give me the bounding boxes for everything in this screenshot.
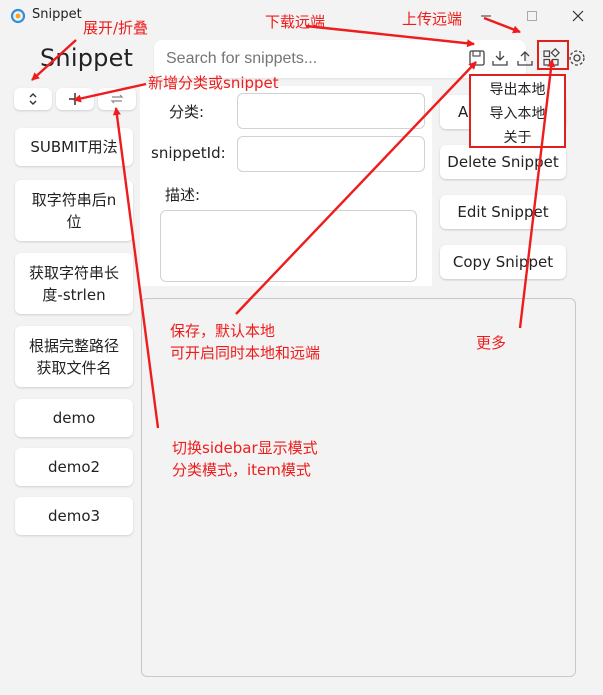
sidebar-item[interactable]: demo	[15, 399, 133, 437]
app-brand: Snippet	[40, 44, 134, 72]
switch-mode-button[interactable]	[98, 88, 136, 110]
expand-collapse-button[interactable]	[14, 88, 52, 110]
annotation-save-line1: 保存，默认本地	[170, 322, 276, 340]
close-icon	[572, 10, 584, 22]
upload-icon	[517, 51, 533, 66]
sidebar-item[interactable]: 根据完整路径获取文件名	[15, 326, 133, 387]
category-field[interactable]	[237, 93, 425, 129]
annotation-switch-line1: 切换sidebar显示模式	[172, 439, 318, 457]
plus-icon	[69, 93, 81, 105]
chevron-up-down-icon	[29, 93, 37, 105]
add-button[interactable]	[56, 88, 94, 110]
copy-snippet-button[interactable]: Copy Snippet	[440, 245, 566, 279]
settings-gear-icon	[569, 50, 585, 66]
switch-icon	[110, 94, 124, 104]
minimize-icon	[481, 15, 491, 17]
delete-snippet-label: Delete Snippet	[447, 153, 559, 171]
window-title: Snippet	[32, 7, 82, 22]
app-logo-icon	[10, 8, 26, 24]
annotation-expand-collapse: 展开/折叠	[83, 19, 149, 37]
edit-snippet-button[interactable]: Edit Snippet	[440, 195, 566, 229]
more-button-highlight	[537, 40, 569, 70]
sidebar-item[interactable]: SUBMIT用法	[15, 128, 133, 166]
annotation-more: 更多	[476, 334, 507, 352]
close-button[interactable]	[555, 0, 601, 32]
annotation-download-remote: 下载远端	[265, 13, 326, 31]
sidebar-item[interactable]: demo2	[15, 448, 133, 486]
save-icon	[469, 50, 485, 66]
annotation-save-line2: 可开启同时本地和远端	[170, 344, 321, 362]
download-button[interactable]	[489, 46, 511, 70]
copy-snippet-label: Copy Snippet	[452, 253, 554, 271]
download-icon	[492, 51, 508, 66]
annotation-upload-remote: 上传远端	[402, 10, 463, 28]
maximize-icon	[527, 11, 537, 21]
edit-snippet-label: Edit Snippet	[457, 203, 549, 221]
maximize-button[interactable]	[509, 0, 555, 32]
description-label: 描述:	[165, 186, 201, 204]
category-label: 分类:	[169, 103, 205, 121]
save-button[interactable]	[466, 46, 488, 70]
description-field[interactable]	[160, 210, 417, 282]
snippet-id-field[interactable]	[237, 136, 425, 172]
sidebar-item[interactable]: demo3	[15, 497, 133, 535]
more-menu-highlight	[469, 74, 566, 148]
delete-snippet-button[interactable]: Delete Snippet	[440, 145, 566, 179]
sidebar-item[interactable]: 获取字符串长度-strlen	[15, 253, 133, 314]
settings-button[interactable]	[566, 46, 588, 70]
annotation-add-category: 新增分类或snippet	[148, 74, 279, 92]
minimize-button[interactable]	[463, 0, 509, 32]
sidebar-item[interactable]: 取字符串后n位	[15, 180, 133, 241]
annotation-switch-line2: 分类模式，item模式	[172, 461, 311, 479]
snippet-id-label: snippetId:	[151, 144, 226, 162]
add-snippet-label: A	[458, 103, 469, 121]
upload-button[interactable]	[514, 46, 536, 70]
